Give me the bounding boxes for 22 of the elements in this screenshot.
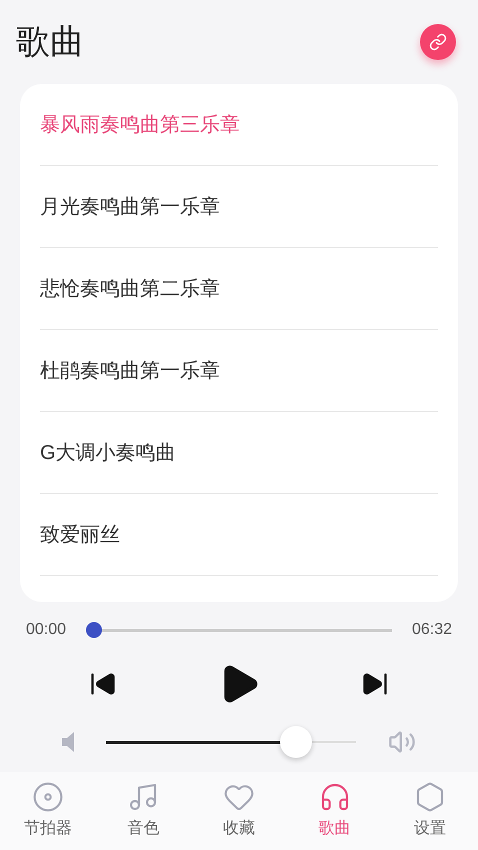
volume-slider[interactable] bbox=[106, 726, 356, 758]
song-item[interactable]: 致爱丽丝 bbox=[40, 494, 438, 576]
page-title: 歌曲 bbox=[16, 22, 84, 62]
song-item[interactable]: 暴风雨奏鸣曲第三乐章 bbox=[40, 84, 438, 166]
elapsed-time: 00:00 bbox=[26, 620, 66, 640]
progress-slider[interactable] bbox=[86, 622, 392, 638]
song-item[interactable]: 悲怆奏鸣曲第二乐章 bbox=[40, 248, 438, 330]
volume-thumb[interactable] bbox=[280, 726, 312, 758]
song-item[interactable]: 月光奏鸣曲第一乐章 bbox=[40, 166, 438, 248]
total-duration: 06:32 bbox=[412, 620, 452, 640]
link-icon bbox=[429, 33, 447, 51]
tab-item[interactable]: 音色 bbox=[96, 772, 192, 850]
tab-item[interactable]: 收藏 bbox=[191, 772, 287, 850]
disc-icon bbox=[32, 781, 64, 813]
tab-item[interactable]: 节拍器 bbox=[0, 772, 96, 850]
song-item[interactable]: 杜鹃奏鸣曲第一乐章 bbox=[40, 330, 438, 412]
volume-low-icon bbox=[62, 732, 74, 752]
tab-item[interactable]: 歌曲 bbox=[286, 772, 382, 850]
progress-thumb[interactable] bbox=[86, 622, 102, 638]
link-button[interactable] bbox=[420, 24, 456, 60]
tab-item[interactable]: 设置 bbox=[382, 772, 478, 850]
song-item[interactable]: G大调小奏鸣曲 bbox=[40, 412, 438, 494]
